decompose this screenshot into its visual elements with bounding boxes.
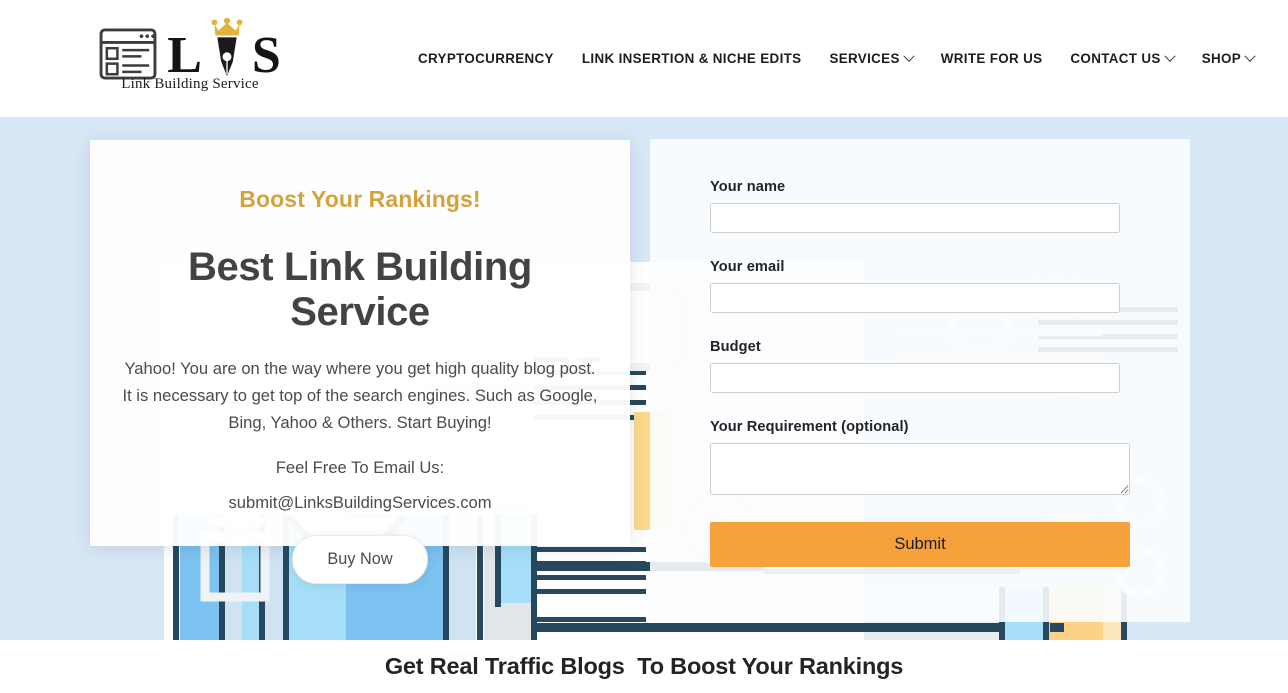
promo-kicker: Boost Your Rankings! bbox=[239, 186, 481, 212]
nav-item-write-for-us[interactable]: WRITE FOR US bbox=[927, 51, 1057, 66]
nav-item-shop[interactable]: SHOP bbox=[1188, 50, 1268, 66]
budget-label: Budget bbox=[710, 339, 761, 355]
nav-item-services[interactable]: SERVICES bbox=[815, 50, 926, 66]
chevron-down-icon bbox=[1244, 50, 1256, 62]
buy-now-button[interactable]: Buy Now bbox=[292, 535, 428, 584]
bottom-heading: Get Real Traffic Blogs To Boost Your Ran… bbox=[384, 653, 904, 679]
promo-email-address[interactable]: submit@LinksBuildingServices.com bbox=[116, 493, 604, 513]
your-email-label: Your email bbox=[710, 259, 785, 275]
bottom-section: Get Real Traffic Blogs To Boost Your Ran… bbox=[0, 640, 1288, 693]
nav-item-link-insertion[interactable]: LINK INSERTION & NICHE EDITS bbox=[568, 51, 816, 66]
logo-letter-l: L bbox=[167, 27, 202, 85]
logo-mark: L S bbox=[99, 18, 281, 85]
site-logo[interactable]: L S Link Building Service bbox=[90, 18, 290, 100]
chevron-down-icon bbox=[903, 50, 915, 62]
nav-label: SERVICES bbox=[829, 51, 900, 66]
promo-email-label: Feel Free To Email Us: bbox=[275, 458, 445, 477]
pen-nib-crown-icon bbox=[211, 18, 243, 77]
nav-item-cryptocurrency[interactable]: CRYPTOCURRENCY bbox=[410, 51, 568, 66]
site-header: L S Link Building Service CRYPTOCURRENCY… bbox=[0, 0, 1288, 117]
chevron-down-icon bbox=[1164, 50, 1176, 62]
nav-label: WRITE FOR US bbox=[940, 51, 1043, 66]
submit-button[interactable]: Submit bbox=[710, 522, 1130, 567]
your-requirement-label: Your Requirement (optional) bbox=[710, 419, 909, 435]
contact-form-panel: Your name Your email Budget Your Require… bbox=[650, 139, 1190, 622]
promo-card: Boost Your Rankings! Best Link Building … bbox=[90, 140, 630, 584]
logo-letter-s: S bbox=[251, 27, 281, 85]
your-name-input[interactable] bbox=[710, 203, 1120, 233]
nav-label: CRYPTOCURRENCY bbox=[418, 51, 554, 66]
page-title: Best Link Building Service bbox=[188, 245, 532, 334]
main-navigation: CRYPTOCURRENCY LINK INSERTION & NICHE ED… bbox=[410, 0, 1268, 117]
nav-item-contact-us[interactable]: CONTACT US bbox=[1056, 50, 1187, 66]
promo-body-text: Yahoo! You are on the way where you get … bbox=[122, 359, 598, 432]
browser-window-icon bbox=[99, 28, 157, 80]
your-email-input[interactable] bbox=[710, 283, 1120, 313]
your-requirement-textarea[interactable] bbox=[710, 443, 1130, 495]
your-name-label: Your name bbox=[710, 179, 786, 195]
budget-input[interactable] bbox=[710, 363, 1120, 393]
hero-section: A bbox=[0, 117, 1288, 640]
nav-label: SHOP bbox=[1201, 51, 1242, 66]
nav-label: LINK INSERTION & NICHE EDITS bbox=[581, 51, 802, 66]
nav-label: CONTACT US bbox=[1070, 51, 1161, 66]
